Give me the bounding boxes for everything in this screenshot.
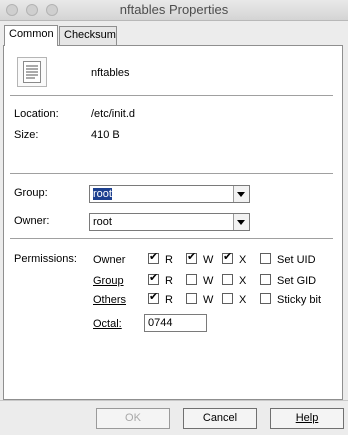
ok-button[interactable]: OK	[96, 408, 170, 429]
size-value: 410 B	[91, 129, 120, 141]
group-select[interactable]: root	[89, 185, 250, 203]
tab-checksum[interactable]: Checksum	[59, 26, 117, 45]
tab-checksum-label: Checksum	[64, 29, 116, 41]
tab-common[interactable]: Common	[4, 25, 58, 46]
write-label: W	[203, 294, 214, 306]
execute-label: X	[239, 254, 247, 266]
group-execute-checkbox[interactable]	[222, 274, 233, 285]
sticky-bit-label: Sticky bit	[277, 294, 322, 306]
owner-write-checkbox[interactable]	[186, 251, 197, 264]
perm-row-others-label: Others	[93, 294, 127, 306]
cancel-button[interactable]: Cancel	[183, 408, 257, 429]
set-uid-label: Set UID	[277, 254, 316, 266]
chevron-down-icon[interactable]	[233, 186, 249, 202]
owner-execute-checkbox[interactable]	[222, 251, 233, 264]
set-uid-checkbox[interactable]	[260, 253, 271, 264]
group-label: Group:	[14, 187, 48, 199]
execute-label: X	[239, 275, 247, 287]
read-label: R	[165, 254, 173, 266]
write-label: W	[203, 275, 214, 287]
write-label: W	[203, 254, 214, 266]
read-label: R	[165, 294, 173, 306]
title-bar: nftables Properties	[0, 0, 348, 21]
size-label: Size:	[14, 129, 39, 141]
group-read-checkbox[interactable]	[148, 272, 159, 285]
octal-field[interactable]: 0744	[144, 314, 207, 332]
group-write-checkbox[interactable]	[186, 274, 197, 285]
tab-common-label: Common	[9, 28, 54, 40]
separator	[10, 173, 333, 175]
document-icon	[17, 57, 47, 87]
others-execute-checkbox[interactable]	[222, 293, 233, 304]
separator	[10, 238, 333, 240]
location-label: Location:	[14, 108, 59, 120]
perm-row-owner-label: Owner	[93, 254, 126, 266]
group-select-value: root	[93, 188, 112, 200]
set-gid-checkbox[interactable]	[260, 274, 271, 285]
octal-label: Octal:	[93, 318, 122, 330]
set-gid-label: Set GID	[277, 275, 317, 287]
location-value: /etc/init.d	[91, 108, 136, 120]
owner-select[interactable]: root	[89, 213, 250, 231]
help-button[interactable]: Help	[270, 408, 344, 429]
window-title: nftables Properties	[119, 2, 229, 17]
perm-row-group-label: Group	[93, 275, 124, 287]
owner-label: Owner:	[14, 215, 50, 227]
others-write-checkbox[interactable]	[186, 293, 197, 304]
others-read-checkbox[interactable]	[148, 291, 159, 304]
execute-label: X	[239, 294, 247, 306]
chevron-down-icon[interactable]	[233, 214, 249, 230]
owner-read-checkbox[interactable]	[148, 251, 159, 264]
separator	[10, 95, 333, 97]
sticky-bit-checkbox[interactable]	[260, 293, 271, 304]
read-label: R	[165, 275, 173, 287]
owner-select-value: root	[93, 216, 112, 228]
file-name: nftables	[91, 67, 130, 79]
permissions-label: Permissions:	[14, 253, 77, 265]
